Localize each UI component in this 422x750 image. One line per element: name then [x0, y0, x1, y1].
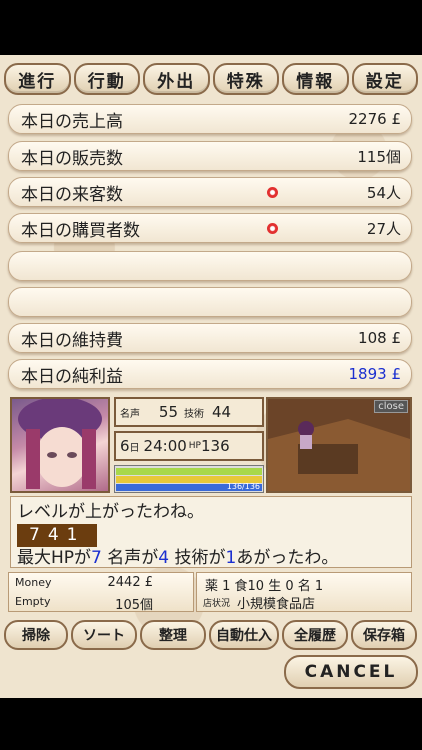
- money-panel: Money 2442 £ Empty 105個: [8, 572, 194, 613]
- fame-label: 名声: [120, 408, 140, 420]
- stat-row-sales: 本日の売上高 2276 £: [8, 104, 412, 134]
- row-label: 本日の維持費: [21, 330, 123, 351]
- shop-status-label: 店状況: [203, 599, 231, 609]
- game-screen: 進行 行動 外出 特殊 情報 設定 本日の売上高 2276 £ 本日の販売数 1…: [0, 55, 422, 698]
- shop-status-value: 小規模食品店: [237, 597, 316, 612]
- message-box: レベルが上がったわね。 741 最大HPが7 名声が4 技術が1あがったわ。: [10, 496, 412, 568]
- stat-row-empty-1: [8, 251, 412, 281]
- bar-green: [116, 468, 262, 475]
- empty-value: 105個: [115, 598, 153, 613]
- msg-text: 名声が: [101, 548, 159, 568]
- history-button[interactable]: 全履歴: [282, 620, 348, 650]
- cancel-button[interactable]: CANCEL: [284, 655, 418, 689]
- row-label: 本日の販売数: [21, 148, 123, 169]
- stat-row-net-profit: 本日の純利益 1893 £: [8, 359, 412, 389]
- row-value: 54人: [366, 183, 401, 202]
- skill-label: 技術: [184, 408, 204, 420]
- day-value: 6: [120, 437, 130, 455]
- money-value: 2442 £: [107, 575, 154, 590]
- stat-row-units-sold: 本日の販売数 115個: [8, 141, 412, 171]
- auto-stock-button[interactable]: 自動仕入: [209, 620, 279, 650]
- row-label: 本日の売上高: [21, 111, 123, 132]
- tab-progress[interactable]: 進行: [4, 63, 71, 95]
- msg-text: 最大HPが: [17, 548, 92, 568]
- row-value: 27人: [366, 219, 401, 238]
- tab-action[interactable]: 行動: [73, 63, 140, 95]
- stat-row-empty-2: [8, 287, 412, 317]
- message-line-3: 最大HPが7 名声が4 技術が1あがったわ。: [17, 547, 405, 570]
- money-label: Money: [15, 576, 52, 589]
- hp-bar-text: 136/136: [226, 482, 260, 491]
- clean-button[interactable]: 掃除: [4, 620, 68, 650]
- level-number: 741: [17, 524, 98, 547]
- status-bars: 136/136: [114, 465, 264, 493]
- hp-label: HP: [188, 441, 201, 451]
- fame-skill-panel: 名声 55 技術 44: [114, 397, 264, 427]
- row-label: 本日の来客数: [21, 184, 123, 205]
- sort-button[interactable]: ソート: [71, 620, 137, 650]
- hp-value: 136: [200, 437, 230, 455]
- marker-icon: [267, 187, 278, 198]
- message-line-1: レベルが上がったわね。: [17, 502, 204, 522]
- marker-icon: [267, 223, 278, 234]
- fame-value: 55: [158, 403, 178, 421]
- shop-view: close: [266, 397, 412, 493]
- top-menu: 進行 行動 外出 特殊 情報 設定: [4, 63, 418, 97]
- day-unit: 日: [129, 442, 140, 454]
- row-value: 1893 £: [348, 365, 402, 383]
- tab-settings[interactable]: 設定: [351, 63, 418, 95]
- tab-info[interactable]: 情報: [282, 63, 349, 95]
- stat-row-upkeep: 本日の維持費 108 £: [8, 323, 412, 353]
- row-value: 115個: [357, 147, 401, 166]
- inventory-summary: 薬 1 食10 生 0 名 1: [205, 579, 324, 594]
- storage-button[interactable]: 保存箱: [351, 620, 417, 650]
- msg-text: 技術が: [169, 548, 226, 568]
- time-value: 24:00: [143, 437, 187, 455]
- shop-status-panel: 薬 1 食10 生 0 名 1 店状況 小規模食品店: [196, 572, 412, 612]
- skill-value: 44: [212, 403, 232, 421]
- organize-button[interactable]: 整理: [140, 620, 206, 650]
- character-portrait: [10, 397, 110, 493]
- skill-up-value: 1: [225, 548, 237, 568]
- hp-up-value: 7: [91, 548, 102, 568]
- row-value: 2276 £: [348, 110, 402, 128]
- day-time-hp-panel: 6 日 24:00 HP 136: [114, 431, 264, 461]
- row-value: 108 £: [358, 329, 401, 347]
- stat-row-visitors: 本日の来客数 54人: [8, 177, 412, 207]
- portrait-image: [18, 399, 102, 489]
- stat-row-buyers: 本日の購買者数 27人: [8, 213, 412, 243]
- tab-special[interactable]: 特殊: [212, 63, 279, 95]
- empty-label: Empty: [15, 595, 51, 608]
- close-button[interactable]: close: [374, 400, 408, 413]
- fame-up-value: 4: [158, 548, 170, 568]
- row-label: 本日の購買者数: [21, 220, 140, 241]
- msg-text: あがったわ。: [236, 548, 339, 568]
- row-label: 本日の純利益: [21, 366, 123, 387]
- tab-outing[interactable]: 外出: [143, 63, 210, 95]
